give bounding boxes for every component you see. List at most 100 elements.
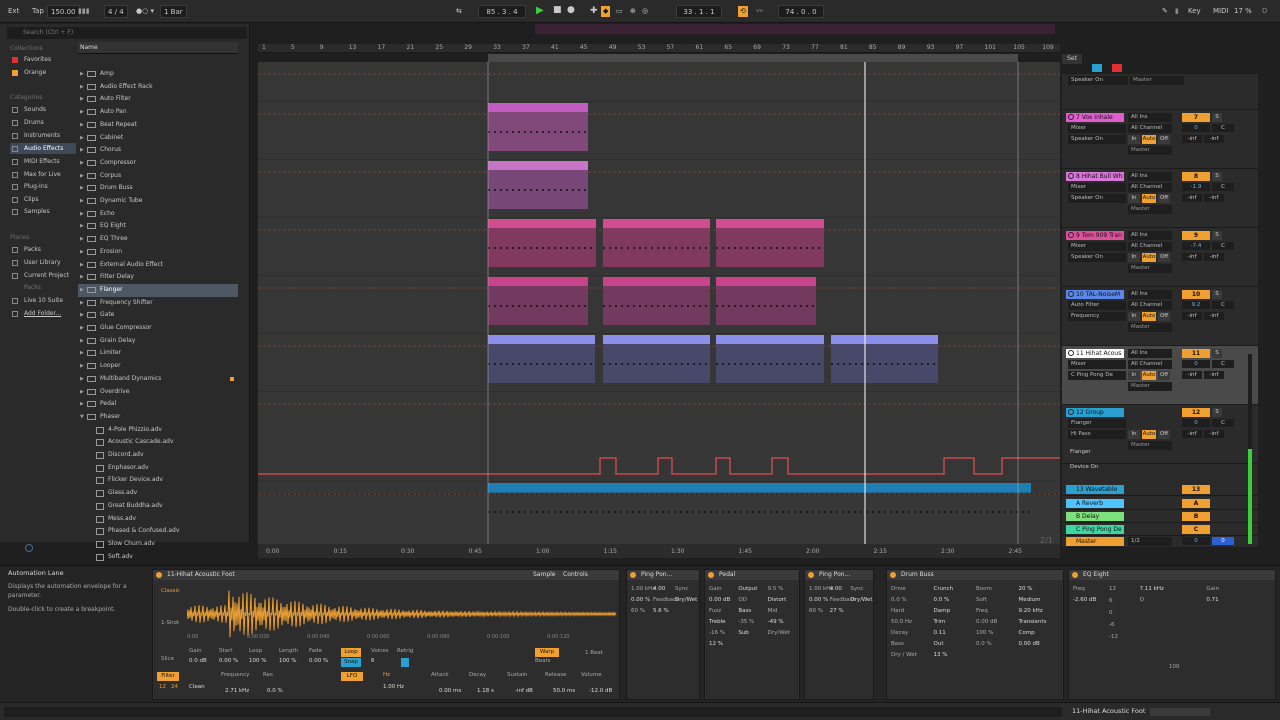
- clip-header[interactable]: [603, 219, 710, 228]
- retrig-toggle[interactable]: [401, 658, 409, 667]
- audio-to-select[interactable]: Master: [1128, 323, 1172, 332]
- expand-arrow-icon[interactable]: ▶: [80, 106, 84, 118]
- browser-item[interactable]: ▶ Compressor: [78, 157, 238, 170]
- expand-arrow-icon[interactable]: ▶: [80, 144, 84, 156]
- monitor-in-button[interactable]: In: [1128, 371, 1140, 380]
- overdub-icon[interactable]: ✚: [590, 5, 598, 18]
- browser-preset-item[interactable]: Mess.adv: [78, 513, 238, 526]
- device-title-bar[interactable]: EQ Eight: [1069, 570, 1275, 580]
- browser-item[interactable]: ▶ Audio Effect Rack: [78, 81, 238, 94]
- device-param[interactable]: 0.00 %: [631, 597, 650, 603]
- device-param[interactable]: Dry/Wet: [850, 597, 872, 603]
- category-audio-effects[interactable]: Audio Effects: [10, 143, 76, 154]
- device-param[interactable]: Bass: [891, 641, 904, 647]
- device-param[interactable]: OD: [738, 597, 747, 603]
- device-power-icon[interactable]: [890, 572, 896, 578]
- clip-header[interactable]: [831, 335, 938, 344]
- expand-arrow-icon[interactable]: ▶: [80, 271, 84, 283]
- volume-value[interactable]: -7.4: [1182, 242, 1210, 250]
- classic-mode[interactable]: Classic: [161, 588, 180, 594]
- track-title[interactable]: 8 Hihat Bull Wh: [1066, 172, 1124, 181]
- input-type-select[interactable]: All Ins: [1128, 113, 1172, 122]
- snap-toggle[interactable]: Snap: [341, 658, 361, 667]
- monitor-auto-button[interactable]: Auto: [1142, 135, 1156, 144]
- device-param[interactable]: Gain: [709, 586, 722, 592]
- track-fold-icon[interactable]: [1068, 350, 1074, 356]
- browser-item[interactable]: ▶ Limiter: [78, 347, 238, 360]
- monitor-in-button[interactable]: In: [1128, 253, 1140, 262]
- device-param[interactable]: Dry/Wet: [675, 597, 697, 603]
- play-icon[interactable]: ▶: [536, 4, 544, 17]
- device-power-icon[interactable]: [808, 572, 814, 578]
- clip-header[interactable]: [488, 161, 588, 170]
- capture-icon[interactable]: ⊕: [630, 5, 636, 18]
- monitor-in-button[interactable]: In: [1128, 135, 1140, 144]
- device-param[interactable]: 0.00 dB: [1019, 641, 1040, 647]
- device-param[interactable]: Out: [934, 641, 944, 647]
- device-param[interactable]: 20 %: [1019, 586, 1033, 592]
- audio-to-select[interactable]: Master: [1128, 146, 1172, 155]
- master-pan[interactable]: 0: [1212, 537, 1234, 545]
- stop-icon[interactable]: ■: [553, 4, 562, 17]
- audio-to-select[interactable]: Master: [1128, 441, 1172, 450]
- device-param[interactable]: Gain: [1206, 586, 1219, 592]
- track-lane[interactable]: [258, 160, 1060, 218]
- tempo-field[interactable]: 150.00: [47, 5, 80, 18]
- expand-arrow-icon[interactable]: ▶: [80, 157, 84, 169]
- cue-out-select[interactable]: 1/2: [1128, 537, 1172, 546]
- loop-start-field[interactable]: 33 . 1 . 1: [676, 5, 722, 18]
- browser-item[interactable]: ▼ Phaser: [78, 411, 238, 424]
- device-param[interactable]: 9.20 kHz: [1019, 608, 1043, 614]
- browser-item[interactable]: ▶ Pedal: [78, 398, 238, 411]
- place-live10[interactable]: Live 10 Suite: [10, 295, 76, 306]
- clip-activator-icon[interactable]: [156, 572, 162, 578]
- input-channel-select[interactable]: All Channel: [1128, 360, 1172, 369]
- track-title[interactable]: 11 Hihat Acous: [1066, 349, 1124, 358]
- output-select[interactable]: Frequency: [1068, 312, 1126, 321]
- monitor-select[interactable]: Mixer: [1068, 124, 1126, 133]
- browser-preset-item[interactable]: Enphasor.adv: [78, 462, 238, 475]
- browser-item[interactable]: ▶ EQ Three: [78, 233, 238, 246]
- monitor-auto-button[interactable]: Auto: [1142, 371, 1156, 380]
- browser-item[interactable]: ▶ Cabinet: [78, 132, 238, 145]
- clip-header[interactable]: [603, 277, 710, 286]
- solo-button[interactable]: S: [1212, 349, 1222, 358]
- input-channel-select[interactable]: All Channel: [1128, 242, 1172, 251]
- device-param[interactable]: 100 %: [976, 630, 993, 636]
- device-param[interactable]: Sync: [850, 586, 863, 592]
- track-title[interactable]: 7 Vox Inhale: [1066, 113, 1124, 122]
- device-param[interactable]: 60 %: [809, 608, 823, 614]
- loop-toggle[interactable]: Loop: [341, 648, 361, 657]
- device-param[interactable]: Bass: [738, 608, 751, 614]
- reenable-automation-icon[interactable]: ▭: [616, 5, 623, 18]
- device-power-icon[interactable]: [630, 572, 636, 578]
- browser-preset-item[interactable]: Slow Churn.adv: [78, 538, 238, 551]
- master-volume[interactable]: 0: [1182, 537, 1210, 545]
- monitor-off-button[interactable]: Off: [1158, 312, 1170, 321]
- device-param[interactable]: 50.0 Hz: [891, 619, 912, 625]
- device-param[interactable]: 0.0 %: [976, 641, 992, 647]
- device-param[interactable]: Comp: [1019, 630, 1035, 636]
- monitor-in-button[interactable]: In: [1128, 194, 1140, 203]
- metronome-icon[interactable]: ●○ ▾: [136, 5, 154, 18]
- preserve-menu[interactable]: 1 Beat: [585, 650, 603, 656]
- browser-item[interactable]: ▶ Auto Pan: [78, 106, 238, 119]
- record-icon[interactable]: ●: [567, 4, 575, 17]
- filter-12[interactable]: 12: [159, 684, 166, 690]
- pan-value[interactable]: C: [1212, 183, 1234, 191]
- track-fold-icon[interactable]: [1068, 114, 1074, 120]
- warp-mode[interactable]: Beats: [535, 658, 551, 664]
- follow-icon[interactable]: ⇆: [456, 5, 462, 18]
- expand-arrow-icon[interactable]: ▶: [80, 195, 84, 207]
- device-param[interactable]: Soft: [976, 597, 987, 603]
- song-position-field[interactable]: 85 . 3 . 4: [478, 5, 526, 18]
- device-param[interactable]: Drive: [891, 586, 906, 592]
- clip-header[interactable]: [488, 219, 596, 228]
- device-param[interactable]: 60 %: [631, 608, 645, 614]
- clip-header[interactable]: [716, 219, 824, 228]
- browser-item[interactable]: ▶ Drum Buss: [78, 182, 238, 195]
- expand-arrow-icon[interactable]: ▶: [80, 322, 84, 334]
- device-param[interactable]: Transients: [1019, 619, 1047, 625]
- category-samples[interactable]: Samples: [10, 206, 76, 217]
- device-power-icon[interactable]: [1072, 572, 1078, 578]
